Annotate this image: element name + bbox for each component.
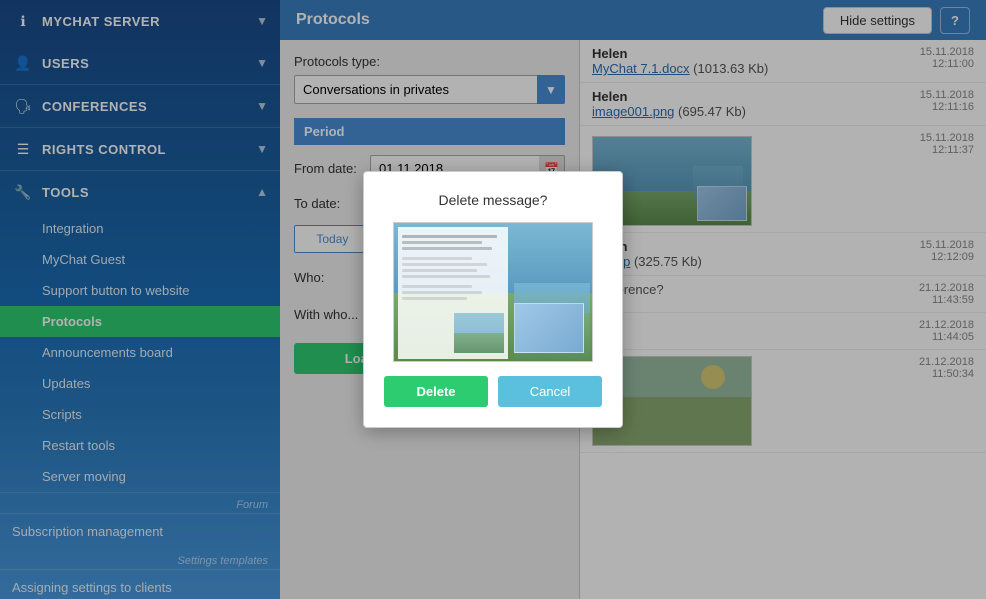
modal-title: Delete message? <box>439 192 548 208</box>
modal-delete-button[interactable]: Delete <box>384 376 488 407</box>
modal-image-inner <box>514 303 584 353</box>
modal-overlay[interactable]: Delete message? <box>0 0 986 599</box>
modal-buttons: Delete Cancel <box>384 376 602 407</box>
modal-cancel-button[interactable]: Cancel <box>498 376 602 407</box>
delete-message-modal: Delete message? <box>363 171 623 428</box>
modal-image-preview <box>393 222 593 362</box>
